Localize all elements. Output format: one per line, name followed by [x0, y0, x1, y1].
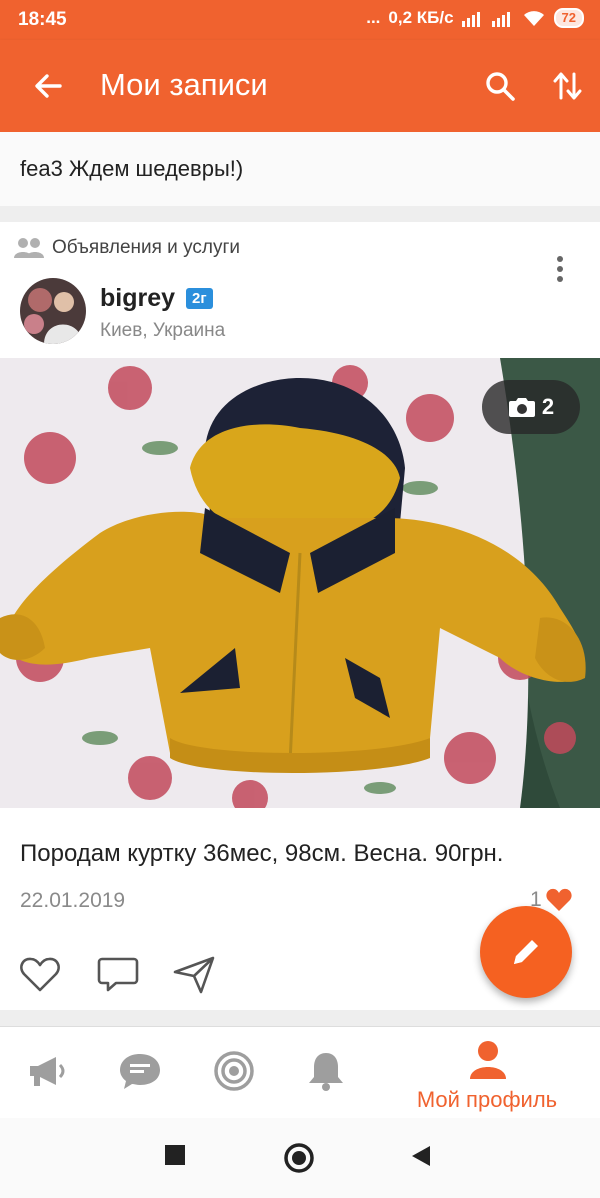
- page-title: Мои записи: [100, 67, 268, 102]
- wifi-icon: [523, 11, 544, 26]
- nav-my-profile[interactable]: Мой профиль: [412, 1035, 572, 1115]
- photo-count: 2: [541, 394, 555, 419]
- sort-icon[interactable]: [550, 68, 586, 104]
- pencil-icon: [514, 940, 538, 964]
- post-card: Объявления и услуги bigrey 2г Киев, Укра…: [0, 222, 600, 1010]
- target-icon[interactable]: [212, 1049, 256, 1093]
- post-text: Породам куртку 36мес, 98см. Весна. 90грн…: [20, 840, 504, 867]
- create-post-button[interactable]: [480, 906, 572, 998]
- search-icon[interactable]: [482, 68, 518, 104]
- author-name[interactable]: bigrey: [100, 284, 175, 313]
- signal-icon: [461, 12, 480, 27]
- battery-indicator: 72: [553, 8, 584, 28]
- back-nav-icon[interactable]: [410, 1144, 432, 1168]
- user-status-line[interactable]: fea3 Ждем шедевры!): [0, 132, 600, 206]
- share-icon[interactable]: [172, 954, 216, 994]
- status-dots: ...: [366, 8, 381, 27]
- comment-icon[interactable]: [96, 954, 140, 994]
- post-group[interactable]: Объявления и услуги: [14, 236, 240, 260]
- profile-icon: [470, 1041, 506, 1079]
- group-icon: [14, 238, 44, 258]
- network-speed: 0,2 КБ/с: [388, 8, 454, 27]
- like-icon[interactable]: [18, 954, 62, 994]
- bell-icon[interactable]: [304, 1049, 348, 1093]
- home-icon[interactable]: [283, 1142, 315, 1174]
- post-date: 22.01.2019: [20, 889, 126, 912]
- messages-icon[interactable]: [118, 1049, 162, 1093]
- heart-filled-icon: [546, 888, 572, 911]
- more-options-icon[interactable]: [548, 254, 572, 284]
- author-badge: 2г: [186, 288, 213, 309]
- avatar[interactable]: [20, 278, 86, 344]
- signal-icon-2: [491, 12, 510, 27]
- status-right: ... 0,2 КБ/с 72: [366, 8, 584, 28]
- recents-icon[interactable]: [164, 1144, 186, 1166]
- bottom-navigation: Мой профиль: [0, 1026, 600, 1118]
- system-navigation: [0, 1118, 600, 1198]
- status-bar: 18:45 ... 0,2 КБ/с 72: [0, 0, 600, 40]
- app-bar: Мои записи: [0, 40, 600, 132]
- group-name: Объявления и услуги: [52, 237, 240, 258]
- megaphone-icon[interactable]: [24, 1049, 68, 1093]
- camera-icon: [508, 398, 535, 417]
- nav-my-profile-label: Мой профиль: [416, 1087, 558, 1112]
- user-status-text: fea3 Ждем шедевры!): [20, 156, 244, 181]
- status-time: 18:45: [18, 9, 67, 30]
- photo-count-badge[interactable]: 2: [482, 380, 580, 434]
- author-location: Киев, Украина: [100, 320, 226, 341]
- back-arrow-icon[interactable]: [30, 68, 66, 104]
